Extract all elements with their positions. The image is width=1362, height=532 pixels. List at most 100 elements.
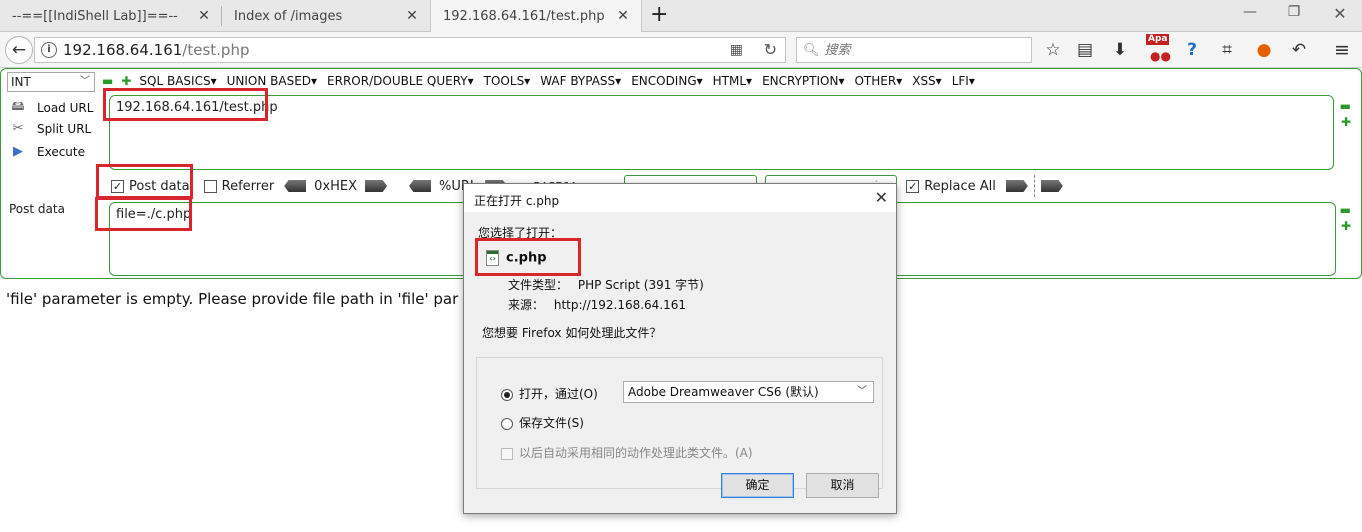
tab-title: --==[[IndiShell Lab]]==-- [12, 8, 178, 24]
auto-action-option: 以后自动采用相同的动作处理此类文件。(A) [501, 444, 753, 461]
load-url-button[interactable]: 🖴 Load URL [9, 97, 93, 119]
open-with-option[interactable]: 打开，通过(O) [501, 385, 598, 402]
highlight-filename [475, 238, 581, 276]
cancel-button[interactable]: 取消 [806, 473, 879, 498]
replace-right-arrow-icon-2[interactable] [1040, 180, 1063, 192]
url-path: /test.php [182, 41, 250, 59]
url-host: 192.168.64.161 [63, 41, 183, 59]
qr-code-icon[interactable]: ▦ [730, 42, 743, 58]
play-icon: ▶ [13, 144, 23, 159]
close-tab-icon[interactable]: ✕ [615, 8, 631, 24]
auto-action-checkbox [501, 447, 513, 460]
menu-html[interactable]: HTML▾ [713, 74, 752, 88]
split-url-button[interactable]: ✂ Split URL [9, 121, 92, 136]
open-with-label: 打开，通过(O) [519, 387, 598, 401]
minus-icon[interactable]: ▬ [1340, 99, 1351, 113]
source-row: 来源： http://192.168.64.161 [508, 296, 686, 313]
tab-test-php[interactable]: 192.168.64.161/test.php ✕ [430, 0, 642, 33]
save-file-radio[interactable] [501, 417, 513, 430]
reading-list-icon[interactable]: ▤ [1074, 39, 1096, 61]
hex-decode-arrow-icon[interactable] [284, 180, 307, 192]
close-tab-icon[interactable]: ✕ [196, 8, 212, 24]
plus-icon[interactable]: ✚ [1341, 115, 1351, 129]
dialog-title: 正在打开 c.php [474, 194, 560, 208]
hackbar-menu: ▬ ✚ SQL BASICS▾ UNION BASED▾ ERROR/DOUBL… [102, 74, 985, 88]
save-file-label: 保存文件(S) [519, 416, 584, 430]
close-window-icon[interactable]: ✕ [1330, 4, 1350, 23]
search-input[interactable] [824, 42, 1025, 58]
crop-icon[interactable]: ⌗ [1216, 39, 1238, 61]
execute-label: Execute [37, 144, 85, 159]
download-icon[interactable]: ⬇ [1109, 39, 1131, 61]
open-file-dialog: 正在打开 c.php ✕ 您选择了打开： ‹› c.php 文件类型： PHP S… [463, 183, 897, 514]
plus-icon[interactable]: ✚ [1341, 219, 1351, 233]
hex-encode-arrow-icon[interactable] [365, 180, 388, 192]
highlight-url [103, 88, 268, 121]
tab-title: 192.168.64.161/test.php [443, 9, 605, 24]
page-message: 'file' parameter is empty. Please provid… [6, 290, 459, 308]
bookmark-star-icon[interactable]: ☆ [1042, 39, 1064, 61]
firefox-icon[interactable]: ● [1253, 39, 1275, 61]
reload-icon[interactable]: ↻ [764, 40, 777, 59]
select-value: INT [11, 75, 31, 89]
highlight-post-value [95, 197, 192, 231]
minus-icon[interactable]: ▬ [102, 74, 113, 88]
load-url-icon: 🖴 [11, 99, 25, 114]
action-group: 打开，通过(O) Adobe Dreamweaver CS6 (默认) ﹀ 保存… [476, 357, 883, 489]
application-value: Adobe Dreamweaver CS6 (默认) [628, 385, 819, 399]
source-label: 来源： [508, 298, 545, 312]
search-bar[interactable]: 🔍︎ [796, 37, 1032, 63]
menu-waf-bypass[interactable]: WAF BYPASS▾ [540, 74, 621, 88]
tab-title: Index of /images [234, 8, 343, 24]
referrer-checkbox[interactable] [203, 179, 217, 193]
referrer-label: Referrer [221, 178, 275, 194]
minus-icon[interactable]: ▬ [1340, 203, 1351, 217]
scissors-icon: ✂ [12, 121, 24, 136]
back-button[interactable]: ← [5, 36, 33, 64]
menu-lfi[interactable]: LFI▾ [952, 74, 975, 88]
restore-icon[interactable]: ❐ [1284, 4, 1304, 20]
replace-right-arrow-icon[interactable] [1005, 180, 1028, 192]
tab-index-images[interactable]: Index of /images ✕ [222, 0, 430, 32]
chevron-down-icon: ﹀ [80, 76, 90, 87]
undo-icon[interactable]: ↶ [1288, 39, 1310, 61]
help-icon[interactable]: ? [1181, 39, 1203, 61]
post-data-label: Post data [9, 202, 65, 216]
menu-other[interactable]: OTHER▾ [854, 74, 902, 88]
injection-type-select[interactable]: INT ﹀ [7, 72, 95, 92]
url-textarea[interactable]: 192.168.64.161/test.php [109, 95, 1334, 170]
file-type-row: 文件类型： PHP Script (391 字节) [508, 276, 704, 293]
menu-tools[interactable]: TOOLS▾ [484, 74, 531, 88]
menu-encoding[interactable]: ENCODING▾ [631, 74, 702, 88]
tab-indishell[interactable]: --==[[IndiShell Lab]]==-- ✕ [0, 0, 222, 32]
load-url-label: Load URL [37, 101, 94, 115]
nav-bar: ← i 192.168.64.161/test.php ▦ ↻ 🔍︎ ☆ ▤ ⬇… [0, 32, 1362, 68]
new-tab-button[interactable]: + [650, 3, 668, 27]
close-tab-icon[interactable]: ✕ [404, 8, 420, 24]
chevron-down-icon: ﹀ [857, 386, 867, 397]
search-icon: 🔍︎ [803, 42, 820, 58]
source-value: http://192.168.64.161 [553, 298, 687, 312]
menu-union-based[interactable]: UNION BASED▾ [227, 74, 317, 88]
save-file-option[interactable]: 保存文件(S) [501, 414, 584, 431]
execute-button[interactable]: ▶ Execute [9, 144, 85, 159]
plus-icon[interactable]: ✚ [121, 74, 131, 88]
menu-error-double-query[interactable]: ERROR/DOUBLE QUERY▾ [327, 74, 474, 88]
menu-xss[interactable]: XSS▾ [912, 74, 941, 88]
minimize-icon[interactable]: — [1240, 4, 1260, 20]
url-text[interactable]: 192.168.64.161/test.php [63, 41, 249, 59]
info-icon[interactable]: i [41, 42, 57, 58]
ok-button[interactable]: 确定 [721, 473, 794, 498]
menu-encryption[interactable]: ENCRYPTION▾ [762, 74, 844, 88]
url-decode-arrow-icon[interactable] [409, 180, 432, 192]
addon-apa-icon[interactable]: Apa ●● [1146, 34, 1172, 63]
close-icon[interactable]: ✕ [875, 188, 888, 207]
replace-all-checkbox[interactable]: ✓ [906, 179, 920, 193]
open-with-radio[interactable] [501, 388, 513, 401]
url-bar[interactable]: i 192.168.64.161/test.php ▦ ↻ [34, 37, 786, 63]
menu-sql-basics[interactable]: SQL BASICS▾ [139, 74, 216, 88]
replace-all-label: Replace All [924, 178, 996, 194]
addon-badge: Apa [1146, 34, 1170, 45]
menu-icon[interactable]: ≡ [1331, 39, 1353, 61]
application-select[interactable]: Adobe Dreamweaver CS6 (默认) ﹀ [623, 381, 874, 403]
